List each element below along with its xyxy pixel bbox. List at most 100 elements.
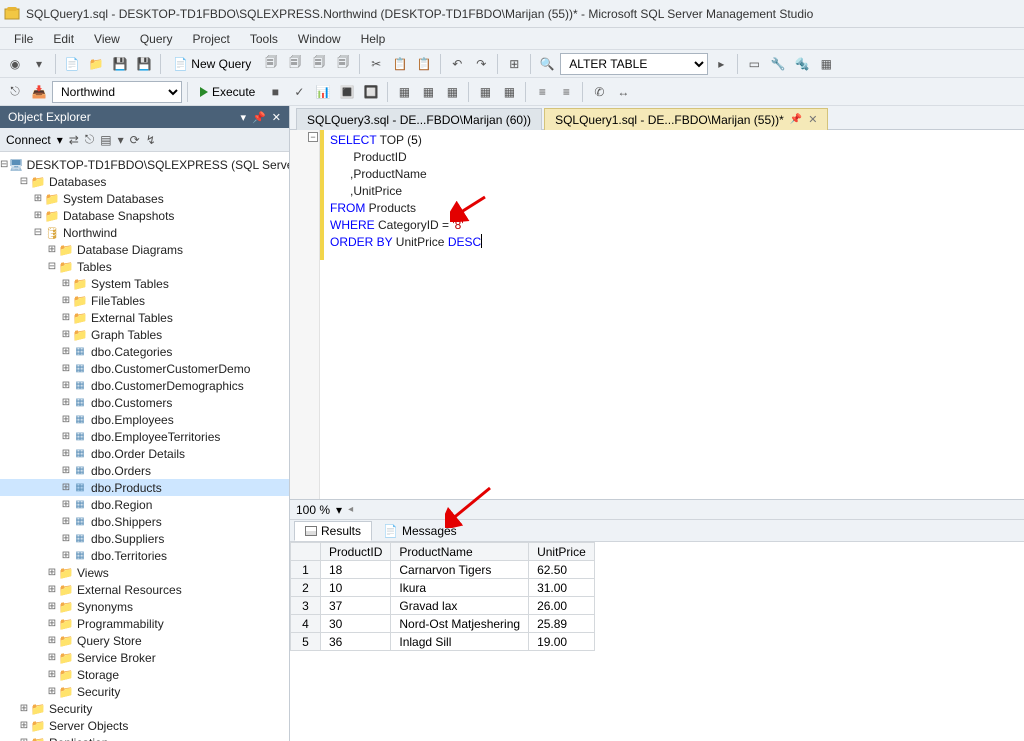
expand-icon[interactable]: ⊞ <box>60 414 72 425</box>
expand-icon[interactable]: ⊟ <box>32 227 44 238</box>
expand-icon[interactable]: ⊞ <box>60 312 72 323</box>
q-btn11[interactable]: ↔ <box>612 81 634 103</box>
document-tab-active[interactable]: SQLQuery1.sql - DE...FBDO\Marijan (55))*… <box>544 108 828 130</box>
saveall-button[interactable]: 💾 <box>133 53 155 75</box>
zoom-label[interactable]: 100 % <box>296 503 330 517</box>
expand-icon[interactable]: ⊞ <box>60 516 72 527</box>
expand-icon[interactable]: ⊞ <box>18 737 30 741</box>
connect-icon3[interactable]: ▤ <box>100 133 111 147</box>
copy-button[interactable]: 📋 <box>389 53 411 75</box>
expand-icon[interactable]: ⊞ <box>46 567 58 578</box>
querystore-node[interactable]: ⊞📁Query Store <box>0 632 289 649</box>
security-db-node[interactable]: ⊞📁Security <box>0 683 289 700</box>
cell[interactable]: 10 <box>321 579 391 597</box>
table-row[interactable]: 337Gravad lax26.00 <box>291 597 595 615</box>
serverobj-node[interactable]: ⊞📁Server Objects <box>0 717 289 734</box>
new-button[interactable]: 📄 <box>61 53 83 75</box>
pin-icon[interactable]: 📌 <box>790 114 802 125</box>
cell[interactable]: 36 <box>321 633 391 651</box>
programmability-node[interactable]: ⊞📁Programmability <box>0 615 289 632</box>
expand-icon[interactable]: ⊞ <box>60 448 72 459</box>
nav-fwd-button[interactable]: ▾ <box>28 53 50 75</box>
menu-help[interactable]: Help <box>351 29 396 49</box>
menu-project[interactable]: Project <box>183 29 240 49</box>
expand-icon[interactable]: ⊞ <box>46 601 58 612</box>
connect-icon2[interactable]: ⎋ <box>85 132 95 147</box>
expand-icon[interactable]: ⊞ <box>60 465 72 476</box>
security-node[interactable]: ⊞📁Security <box>0 700 289 717</box>
zoom-dropdown-icon[interactable]: ▾ <box>336 503 342 517</box>
db-button4[interactable]: 🗐 <box>332 53 354 75</box>
graphtables-node[interactable]: ⊞📁Graph Tables <box>0 326 289 343</box>
q-btn2[interactable]: 🔲 <box>360 81 382 103</box>
misc-button2[interactable]: 🔍 <box>536 53 558 75</box>
q-btn4[interactable]: ▦ <box>417 81 439 103</box>
object-explorer-tree[interactable]: ⊟🖥DESKTOP-TD1FBDO\SQLEXPRESS (SQL Server… <box>0 152 289 741</box>
cell[interactable]: Inlagd Sill <box>391 633 529 651</box>
results-table[interactable]: ProductID ProductName UnitPrice 118Carna… <box>290 542 595 651</box>
tool-b[interactable]: 🔧 <box>767 53 789 75</box>
expand-icon[interactable]: ⊞ <box>32 210 44 221</box>
table-node[interactable]: ⊞▦dbo.Customers <box>0 394 289 411</box>
table-node[interactable]: ⊞▦dbo.CustomerDemographics <box>0 377 289 394</box>
expand-icon[interactable]: ⊞ <box>60 397 72 408</box>
open-button[interactable]: 📁 <box>85 53 107 75</box>
expand-icon[interactable]: ⊞ <box>60 533 72 544</box>
connect-icon1[interactable]: ⇄ <box>69 133 79 147</box>
cell[interactable]: 31.00 <box>529 579 595 597</box>
table-node[interactable]: ⊞▦dbo.Shippers <box>0 513 289 530</box>
db-button3[interactable]: 🗐 <box>308 53 330 75</box>
row-number[interactable]: 4 <box>291 615 321 633</box>
expand-icon[interactable]: ⊞ <box>46 635 58 646</box>
table-row[interactable]: 430Nord-Ost Matjeshering25.89 <box>291 615 595 633</box>
cell[interactable]: 30 <box>321 615 391 633</box>
q-btn3[interactable]: ▦ <box>393 81 415 103</box>
menu-edit[interactable]: Edit <box>43 29 84 49</box>
expand-icon[interactable]: ⊞ <box>60 329 72 340</box>
expand-icon[interactable]: ⊞ <box>60 278 72 289</box>
panel-pin-icon[interactable]: 📌 <box>252 111 266 124</box>
object-type-combo[interactable]: ALTER TABLE <box>560 53 708 75</box>
database-selector[interactable]: Northwind <box>52 81 182 103</box>
expand-icon[interactable]: ⊟ <box>46 261 58 272</box>
expand-icon[interactable]: ⊞ <box>18 720 30 731</box>
tables-node[interactable]: ⊟📁Tables <box>0 258 289 275</box>
cell[interactable]: 18 <box>321 561 391 579</box>
expand-icon[interactable]: ⊞ <box>46 669 58 680</box>
expand-icon[interactable]: ⊞ <box>18 703 30 714</box>
menu-query[interactable]: Query <box>130 29 183 49</box>
col-header[interactable]: ProductID <box>321 543 391 561</box>
systables-node[interactable]: ⊞📁System Tables <box>0 275 289 292</box>
stop-button[interactable]: ■ <box>264 81 286 103</box>
tool-d[interactable]: ▦ <box>815 53 837 75</box>
menu-file[interactable]: File <box>4 29 43 49</box>
expand-icon[interactable]: ⊟ <box>0 159 8 170</box>
refresh-icon[interactable]: ⟳ <box>130 133 140 147</box>
table-node[interactable]: ⊞▦dbo.Employees <box>0 411 289 428</box>
execute-button[interactable]: Execute <box>193 81 262 103</box>
filter-icon[interactable]: ▾ <box>118 133 124 147</box>
q-btn6[interactable]: ▦ <box>474 81 496 103</box>
table-node[interactable]: ⊞▦dbo.Suppliers <box>0 530 289 547</box>
expand-icon[interactable]: ⊞ <box>46 686 58 697</box>
expand-icon[interactable]: ⊞ <box>46 244 58 255</box>
databases-node[interactable]: ⊟📁Databases <box>0 173 289 190</box>
col-header[interactable]: UnitPrice <box>529 543 595 561</box>
col-header[interactable]: ProductName <box>391 543 529 561</box>
cut-button[interactable]: ✂ <box>365 53 387 75</box>
filetables-node[interactable]: ⊞📁FileTables <box>0 292 289 309</box>
expand-icon[interactable]: ⊞ <box>60 550 72 561</box>
servicebroker-node[interactable]: ⊞📁Service Broker <box>0 649 289 666</box>
cell[interactable]: 37 <box>321 597 391 615</box>
extres-node[interactable]: ⊞📁External Resources <box>0 581 289 598</box>
cell[interactable]: 19.00 <box>529 633 595 651</box>
new-query-button[interactable]: 📄 New Query <box>166 53 258 75</box>
q-db-icon[interactable]: 📥 <box>28 81 50 103</box>
q-back[interactable]: ⎋ <box>4 81 26 103</box>
table-node[interactable]: ⊞▦dbo.Region <box>0 496 289 513</box>
q-btn7[interactable]: ▦ <box>498 81 520 103</box>
storage-node[interactable]: ⊞📁Storage <box>0 666 289 683</box>
table-row[interactable]: 118Carnarvon Tigers62.50 <box>291 561 595 579</box>
connect-label[interactable]: Connect <box>6 133 51 147</box>
expand-icon[interactable]: ⊞ <box>60 346 72 357</box>
